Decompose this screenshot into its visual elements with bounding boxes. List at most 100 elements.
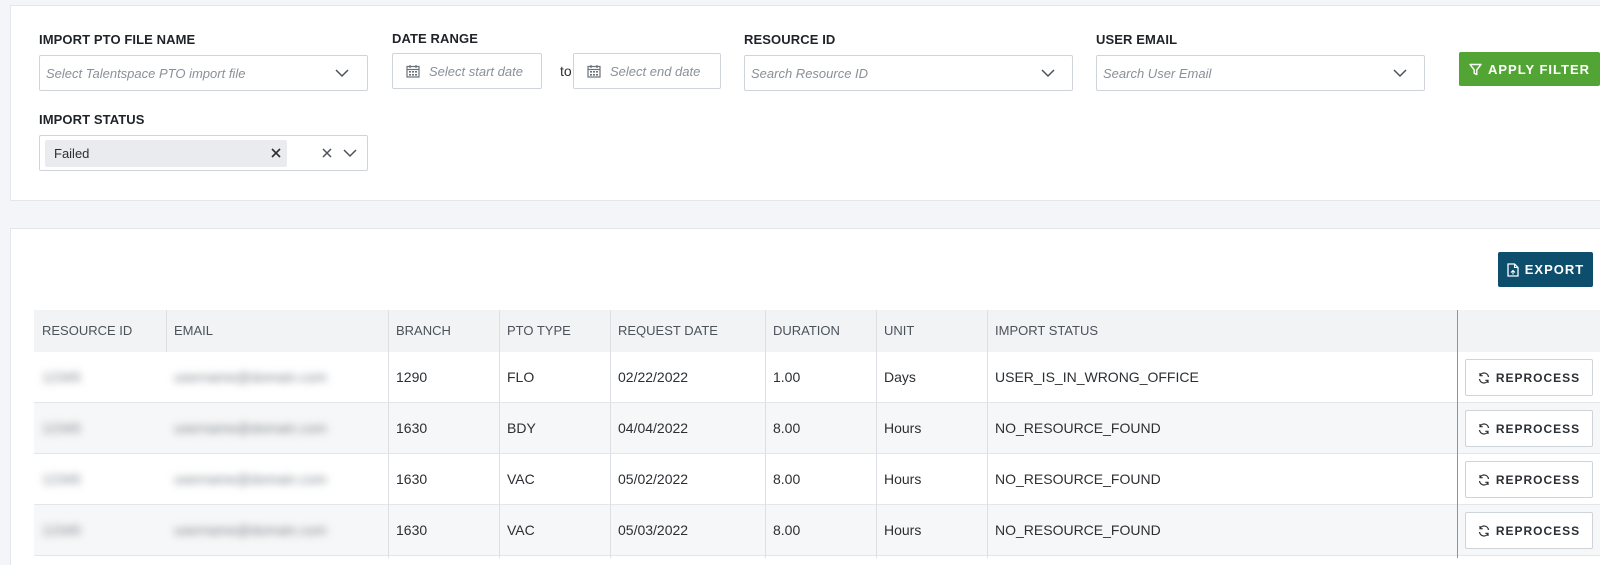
- filter-icon: [1469, 63, 1482, 75]
- cell-request-date: 02/22/2022: [618, 369, 689, 385]
- reprocess-label: REPROCESS: [1495, 421, 1581, 436]
- apply-filter-label: APPLY FILTER: [1487, 61, 1591, 77]
- file-export-icon: [1507, 262, 1519, 277]
- column-divider: [876, 310, 877, 558]
- reprocess-label: REPROCESS: [1495, 523, 1581, 538]
- cell-duration: 8.00: [773, 522, 801, 538]
- column-divider: [388, 310, 389, 558]
- col-email[interactable]: EMAIL: [166, 310, 213, 352]
- cell-resource-id: 12345: [42, 369, 81, 385]
- refresh-icon: [1478, 422, 1489, 435]
- user-email-label: USER EMAIL: [1096, 32, 1178, 47]
- cell-unit: Hours: [884, 522, 922, 538]
- cell-branch: 1630: [396, 522, 428, 538]
- import-status-select[interactable]: Failed: [39, 135, 368, 171]
- refresh-icon: [1478, 524, 1489, 537]
- col-pto-type[interactable]: PTO TYPE: [499, 310, 571, 352]
- cell-pto-type: VAC: [507, 522, 535, 538]
- start-date-placeholder: Select start date: [429, 64, 523, 79]
- cell-pto-type: FLO: [507, 369, 535, 385]
- col-import-status[interactable]: IMPORT STATUS: [987, 310, 1098, 352]
- pto-import-table: RESOURCE ID EMAIL BRANCH PTO TYPE REQUES…: [34, 310, 1600, 558]
- date-range-separator: to: [560, 63, 572, 79]
- cell-email: username@domain.com: [174, 369, 327, 385]
- refresh-icon: [1478, 473, 1489, 486]
- resource-id-placeholder: Search Resource ID: [751, 66, 869, 81]
- table-header: RESOURCE ID EMAIL BRANCH PTO TYPE REQUES…: [34, 310, 1600, 352]
- cell-email: username@domain.com: [174, 522, 327, 538]
- cell-request-date: 05/03/2022: [618, 522, 689, 538]
- file-name-select[interactable]: Select Talentspace PTO import file: [39, 55, 368, 91]
- file-name-label: IMPORT PTO FILE NAME: [39, 32, 196, 47]
- start-date-input[interactable]: Select start date: [392, 53, 542, 89]
- chevron-down-icon: [335, 69, 349, 78]
- filter-panel: IMPORT PTO FILE NAME Select Talentspace …: [10, 5, 1600, 201]
- column-divider: [166, 310, 167, 352]
- col-resource-id[interactable]: RESOURCE ID: [34, 310, 132, 352]
- cell-import-status: USER_IS_IN_WRONG_OFFICE: [995, 369, 1199, 385]
- reprocess-label: REPROCESS: [1495, 472, 1581, 487]
- reprocess-label: REPROCESS: [1495, 370, 1581, 385]
- status-chip-label: Failed: [54, 146, 90, 161]
- col-request-date[interactable]: REQUEST DATE: [610, 310, 718, 352]
- cell-import-status: NO_RESOURCE_FOUND: [995, 522, 1161, 538]
- reprocess-button[interactable]: REPROCESS: [1465, 410, 1593, 447]
- reprocess-button[interactable]: REPROCESS: [1465, 512, 1593, 549]
- cell-branch: 1630: [396, 471, 428, 487]
- column-divider: [987, 310, 988, 558]
- cell-request-date: 05/02/2022: [618, 471, 689, 487]
- cell-unit: Days: [884, 369, 916, 385]
- date-range-label: DATE RANGE: [392, 31, 478, 46]
- end-date-placeholder: Select end date: [610, 64, 701, 79]
- export-label: EXPORT: [1524, 262, 1585, 277]
- end-date-input[interactable]: Select end date: [573, 53, 721, 89]
- col-duration[interactable]: DURATION: [765, 310, 840, 352]
- cell-pto-type: BDY: [507, 420, 536, 436]
- cell-email: username@domain.com: [174, 471, 327, 487]
- table-row: 12345 username@domain.com 1290 FLO 02/22…: [34, 352, 1600, 403]
- cell-branch: 1630: [396, 420, 428, 436]
- import-status-label: IMPORT STATUS: [39, 112, 145, 127]
- cell-pto-type: VAC: [507, 471, 535, 487]
- cell-duration: 8.00: [773, 420, 801, 436]
- cell-resource-id: 12345: [42, 522, 81, 538]
- file-name-placeholder: Select Talentspace PTO import file: [46, 66, 246, 81]
- resource-id-select[interactable]: Search Resource ID: [744, 55, 1073, 91]
- refresh-icon: [1478, 371, 1489, 384]
- reprocess-button[interactable]: REPROCESS: [1465, 461, 1593, 498]
- calendar-icon: [587, 65, 601, 78]
- clear-icon[interactable]: [321, 147, 333, 159]
- cell-resource-id: 12345: [42, 471, 81, 487]
- chevron-down-icon: [1393, 69, 1407, 78]
- col-unit[interactable]: UNIT: [876, 310, 914, 352]
- col-branch[interactable]: BRANCH: [388, 310, 451, 352]
- chevron-down-icon: [343, 149, 357, 158]
- table-row: 12345 username@domain.com 1630 VAC 05/03…: [34, 505, 1600, 556]
- cell-unit: Hours: [884, 420, 922, 436]
- cell-unit: Hours: [884, 471, 922, 487]
- user-email-placeholder: Search User Email: [1103, 66, 1212, 81]
- table-row: 12345 username@domain.com 1630 BDY 04/04…: [34, 403, 1600, 454]
- cell-import-status: NO_RESOURCE_FOUND: [995, 420, 1161, 436]
- results-panel: EXPORT RESOURCE ID EMAIL BRANCH PTO TYPE…: [10, 228, 1600, 565]
- actions-column-divider: [1457, 310, 1458, 558]
- cell-email: username@domain.com: [174, 420, 327, 436]
- column-divider: [610, 310, 611, 558]
- cell-duration: 1.00: [773, 369, 801, 385]
- calendar-icon: [406, 65, 420, 78]
- column-divider: [499, 310, 500, 558]
- column-divider: [765, 310, 766, 558]
- cell-duration: 8.00: [773, 471, 801, 487]
- close-icon[interactable]: [270, 147, 282, 159]
- apply-filter-button[interactable]: APPLY FILTER: [1459, 52, 1600, 86]
- cell-resource-id: 12345: [42, 420, 81, 436]
- chevron-down-icon: [1041, 69, 1055, 78]
- status-chip: Failed: [45, 140, 287, 167]
- cell-request-date: 04/04/2022: [618, 420, 689, 436]
- export-button[interactable]: EXPORT: [1498, 252, 1593, 287]
- cell-import-status: NO_RESOURCE_FOUND: [995, 471, 1161, 487]
- resource-id-label: RESOURCE ID: [744, 32, 836, 47]
- reprocess-button[interactable]: REPROCESS: [1465, 359, 1593, 396]
- table-row: 12345 username@domain.com 1630 VAC 05/02…: [34, 454, 1600, 505]
- user-email-select[interactable]: Search User Email: [1096, 55, 1425, 91]
